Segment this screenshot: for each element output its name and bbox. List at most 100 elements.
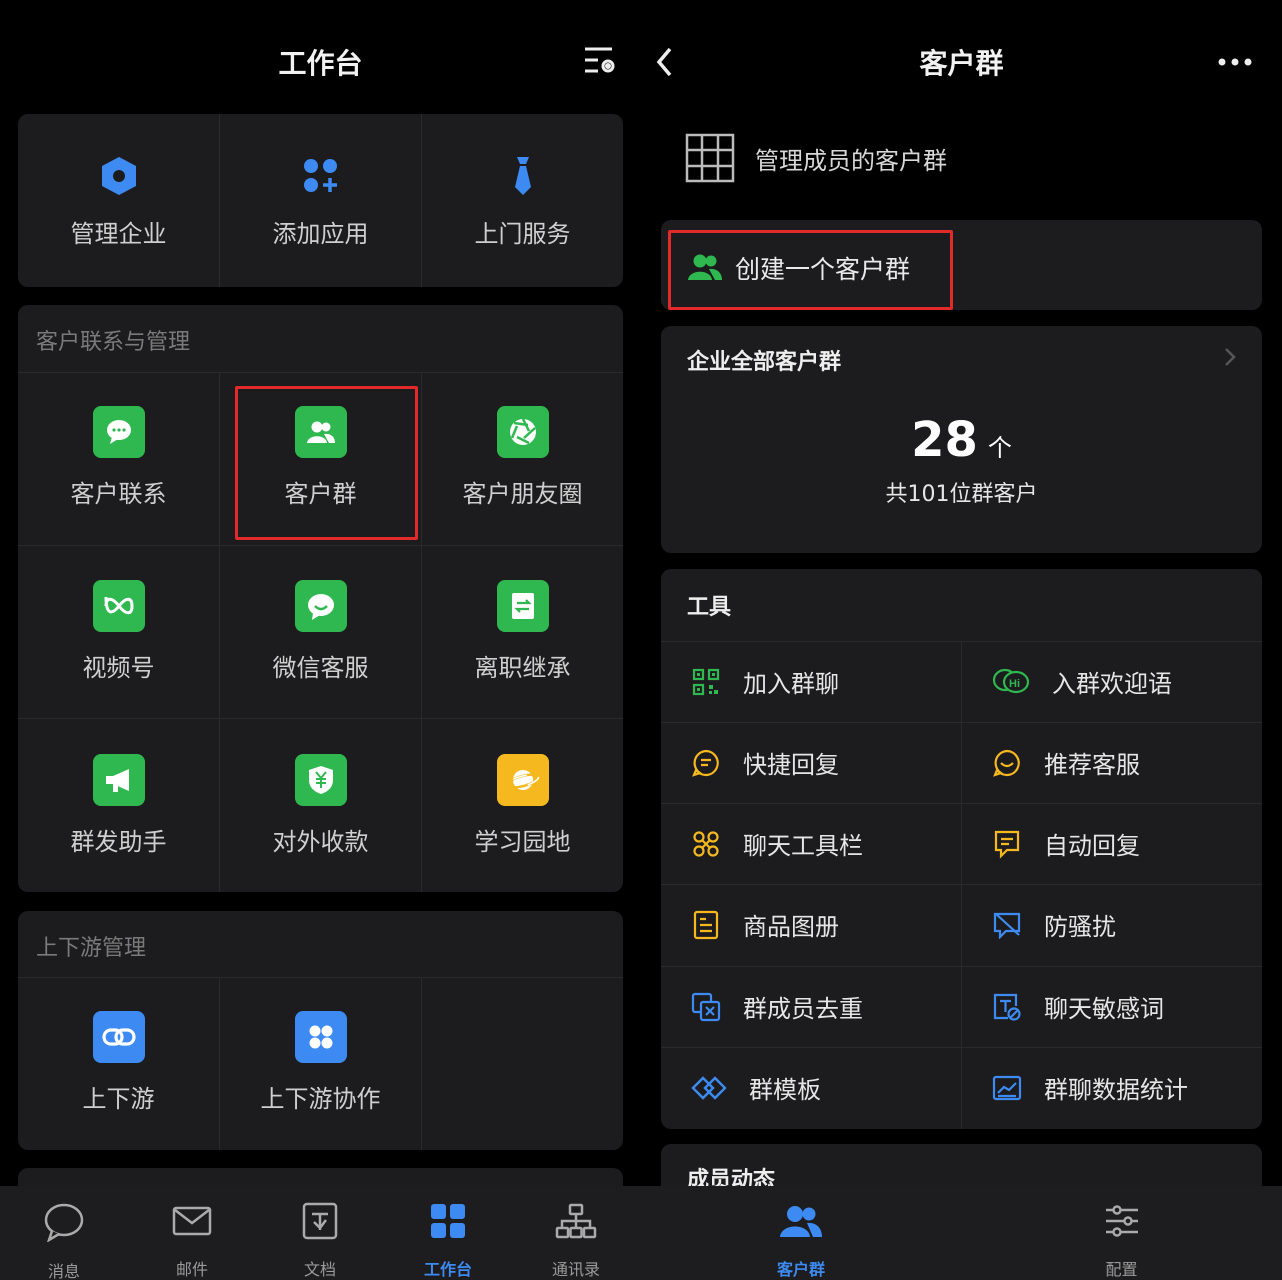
tool-member-dedupe[interactable]: 群成员去重 xyxy=(661,966,961,1047)
nav-label: 工作台 xyxy=(423,1260,472,1279)
tool-welcome-message[interactable]: Hi 入群欢迎语 xyxy=(962,641,1262,722)
tool-quick-reply[interactable]: 快捷回复 xyxy=(661,722,961,803)
tool-anti-harassment[interactable]: 防骚扰 xyxy=(962,884,1262,965)
header: 工作台 xyxy=(0,0,641,120)
section-title: 上下游管理 xyxy=(36,936,147,961)
nav-customer-group[interactable]: 客户群 xyxy=(641,1186,961,1280)
all-groups-card[interactable]: 企业全部客户群 28 个 共101位群客户 xyxy=(661,326,1262,553)
nav-docs[interactable]: 文档 xyxy=(256,1186,384,1280)
add-app-icon xyxy=(299,154,343,198)
customer-contact-button[interactable]: 客户联系 xyxy=(18,406,219,509)
yuan-shield-icon xyxy=(294,754,347,806)
tool-label: 入群欢迎语 xyxy=(1052,670,1172,698)
aperture-icon xyxy=(496,406,549,458)
tool-label: 加入群聊 xyxy=(743,670,839,698)
hi-bubble-icon: Hi xyxy=(992,667,1030,697)
group-customers-total: 共101位群客户 xyxy=(885,482,1038,507)
tool-auto-reply[interactable]: 自动回复 xyxy=(962,803,1262,884)
group-count-unit: 个 xyxy=(987,434,1012,462)
upstream-collaboration-button[interactable]: 上下游协作 xyxy=(220,1011,421,1114)
app-label: 添加应用 xyxy=(272,220,369,248)
section-title: 客户联系与管理 xyxy=(36,330,191,355)
tool-product-catalog[interactable]: 商品图册 xyxy=(661,884,961,965)
tool-label: 群聊数据统计 xyxy=(1044,1076,1188,1104)
smile-bubble-icon xyxy=(992,748,1022,778)
highlight-box xyxy=(668,230,953,310)
settings-list-icon[interactable] xyxy=(582,44,618,78)
app-label: 离职继承 xyxy=(474,654,571,682)
qr-code-icon xyxy=(691,667,721,697)
tool-chat-toolbar[interactable]: 聊天工具栏 xyxy=(661,803,961,884)
chevron-right-icon xyxy=(1223,346,1237,368)
manage-enterprise-button[interactable]: 管理企业 xyxy=(18,154,219,249)
wechat-service-button[interactable]: 微信客服 xyxy=(220,580,421,683)
header: 客户群 xyxy=(641,0,1282,120)
tool-label: 聊天工具栏 xyxy=(743,832,863,860)
nav-label: 配置 xyxy=(1105,1260,1138,1279)
mass-send-button[interactable]: 群发助手 xyxy=(18,754,219,857)
nav-label: 邮件 xyxy=(175,1260,208,1279)
contacts-icon xyxy=(554,1202,598,1240)
four-dots-icon xyxy=(294,1011,347,1063)
workbench-icon xyxy=(426,1202,470,1240)
tool-group-template[interactable]: 群模板 xyxy=(661,1047,961,1128)
page-title: 客户群 xyxy=(919,47,1004,80)
link-icon xyxy=(92,1011,145,1063)
page-title: 工作台 xyxy=(278,47,363,80)
dedupe-icon xyxy=(691,992,721,1022)
svg-text:Hi: Hi xyxy=(1009,678,1020,690)
stats-icon xyxy=(992,1073,1022,1103)
tool-label: 防骚扰 xyxy=(1044,913,1116,941)
sensitive-word-icon xyxy=(992,992,1022,1022)
nav-config[interactable]: 配置 xyxy=(961,1186,1282,1280)
group-count-row: 28 个 xyxy=(661,412,1262,468)
tool-label: 自动回复 xyxy=(1044,832,1140,860)
external-payment-button[interactable]: 对外收款 xyxy=(220,754,421,857)
nav-contacts[interactable]: 通讯录 xyxy=(512,1186,640,1280)
tool-recommend-service[interactable]: 推荐客服 xyxy=(962,722,1262,803)
tools-card: 工具 加入群聊 Hi 入群欢迎语 快捷回复 推荐客服 聊天工具栏 自动回复 商品… xyxy=(661,569,1262,1129)
auto-reply-icon xyxy=(992,829,1022,859)
app-label: 学习园地 xyxy=(474,828,571,856)
nav-mail[interactable]: 邮件 xyxy=(128,1186,256,1280)
all-groups-title: 企业全部客户群 xyxy=(687,350,842,375)
chat-bubble-icon xyxy=(92,406,145,458)
tool-sensitive-words[interactable]: 聊天敏感词 xyxy=(962,966,1262,1047)
app-label: 上下游 xyxy=(82,1085,155,1113)
tool-join-group[interactable]: 加入群聊 xyxy=(661,641,961,722)
workbench-screen: 工作台 管理企业 添加应用 上门服务 客户联系与管理 客户联系 客户群 客户朋友… xyxy=(0,0,641,1280)
nav-label: 文档 xyxy=(303,1260,336,1279)
message-icon xyxy=(42,1202,86,1242)
tool-label: 快捷回复 xyxy=(743,751,839,779)
customer-group-icon xyxy=(779,1202,823,1240)
customer-group-screen: 客户群 管理成员的客户群 创建一个客户群 企业全部客户群 28 个 共101位群… xyxy=(641,0,1282,1280)
app-label: 上下游协作 xyxy=(260,1085,381,1113)
upstream-downstream-button[interactable]: 上下游 xyxy=(18,1011,219,1114)
upstream-downstream-card: 上下游管理 上下游 上下游协作 xyxy=(18,911,623,1150)
toolbar-icon xyxy=(691,829,721,859)
more-icon[interactable] xyxy=(1217,54,1253,68)
tie-icon xyxy=(501,154,545,198)
document-icon xyxy=(298,1202,342,1240)
nav-messages[interactable]: 消息 xyxy=(0,1186,128,1280)
learning-garden-button[interactable]: 学习园地 xyxy=(422,754,623,857)
quick-reply-icon xyxy=(691,748,721,778)
nav-workbench[interactable]: 工作台 xyxy=(384,1186,512,1280)
onsite-service-button[interactable]: 上门服务 xyxy=(422,154,623,249)
add-app-button[interactable]: 添加应用 xyxy=(220,154,421,249)
hexagon-icon xyxy=(97,154,141,198)
catalog-icon xyxy=(691,910,721,940)
manage-member-groups-label: 管理成员的客户群 xyxy=(755,146,947,175)
bottom-navigation: 客户群 配置 xyxy=(641,1186,1282,1280)
tool-label: 商品图册 xyxy=(743,913,839,941)
tool-label: 群成员去重 xyxy=(743,995,863,1023)
resignation-transfer-button[interactable]: 离职继承 xyxy=(422,580,623,683)
megaphone-icon xyxy=(92,754,145,806)
video-channel-button[interactable]: 视频号 xyxy=(18,580,219,683)
tool-label: 聊天敏感词 xyxy=(1044,995,1164,1023)
tool-group-stats[interactable]: 群聊数据统计 xyxy=(962,1047,1262,1128)
manage-member-groups-row[interactable]: 管理成员的客户群 xyxy=(685,132,1245,184)
app-label: 客户朋友圈 xyxy=(462,480,583,508)
customer-moments-button[interactable]: 客户朋友圈 xyxy=(422,406,623,509)
anti-harass-icon xyxy=(992,910,1022,940)
